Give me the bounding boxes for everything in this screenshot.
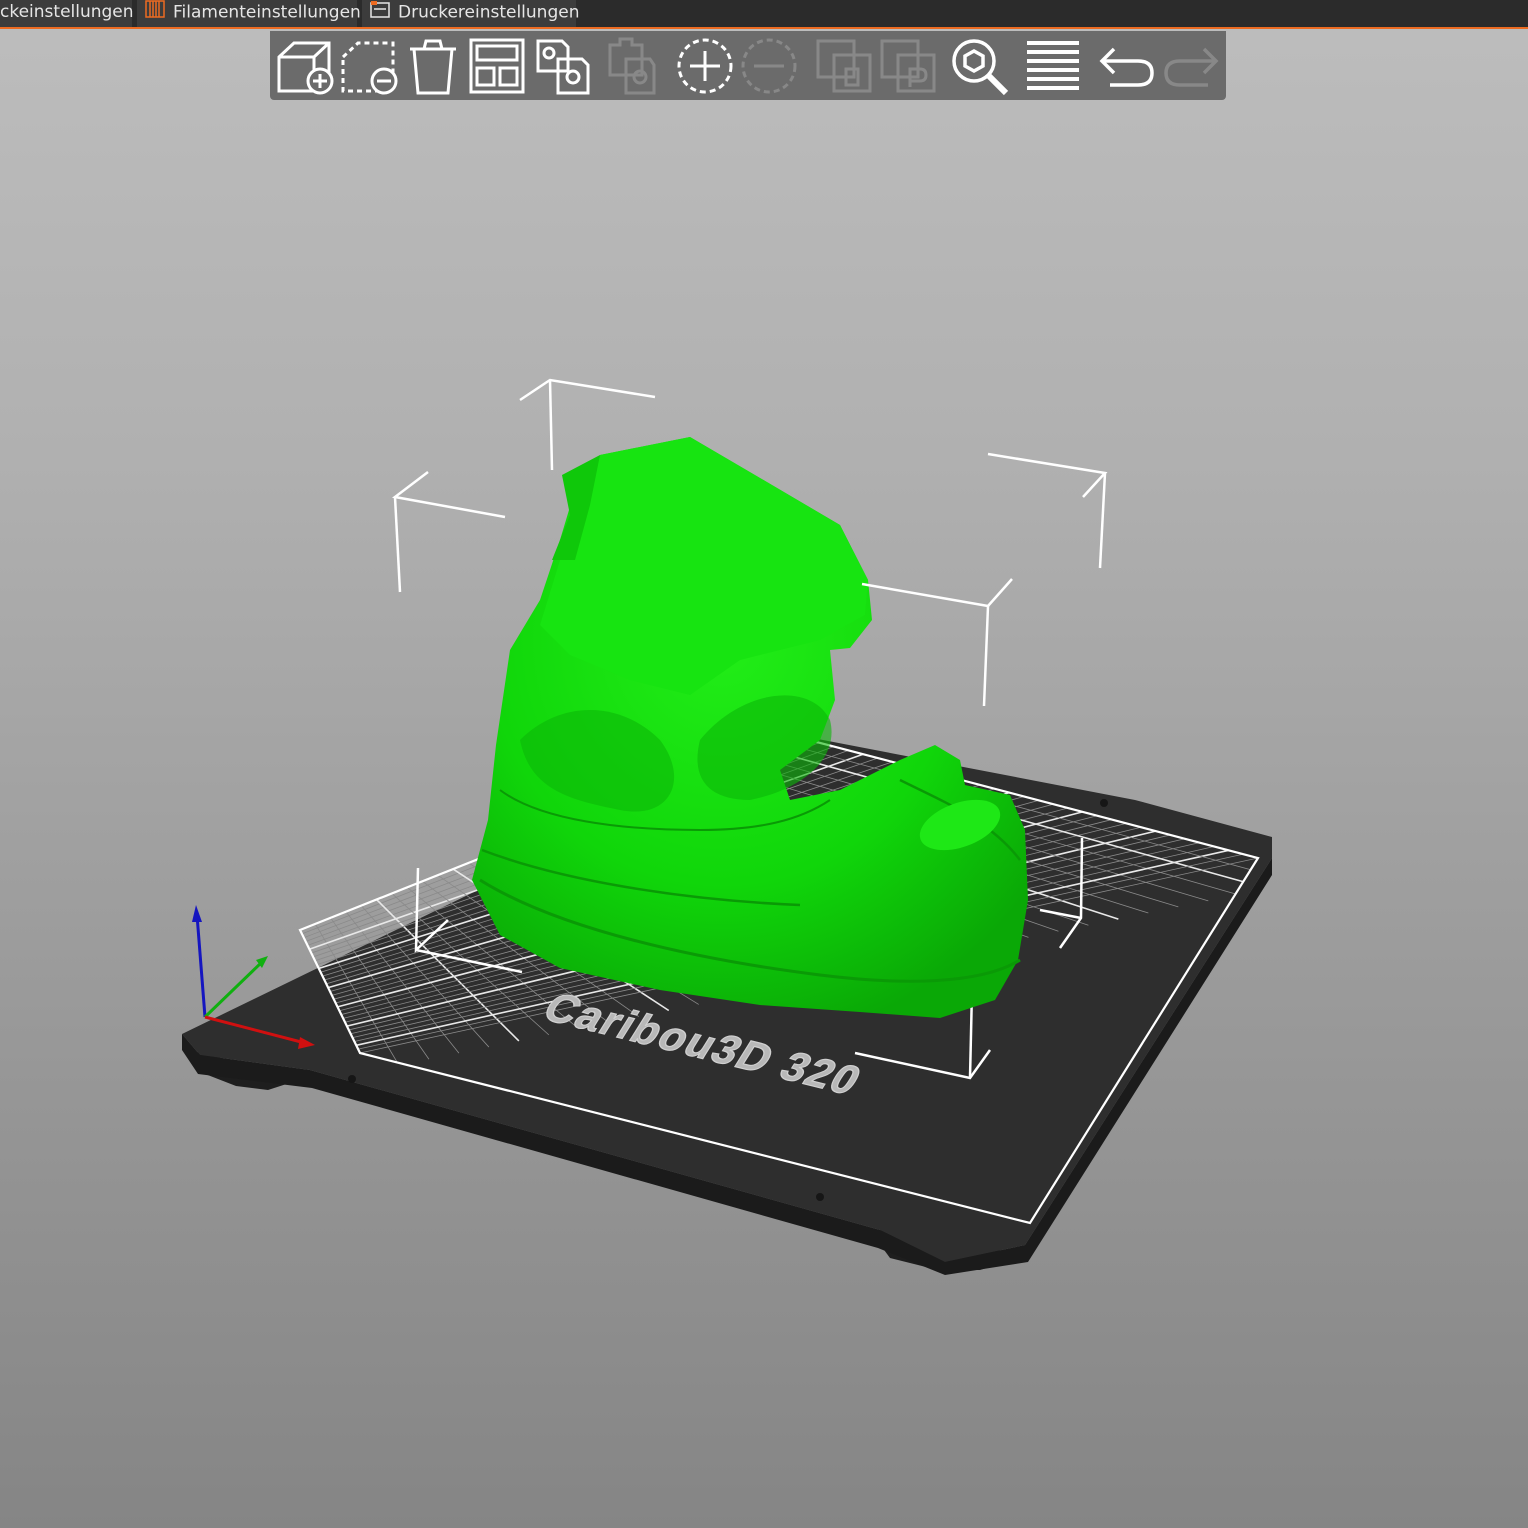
- arrange-icon: [469, 38, 525, 94]
- layers-editing-icon: [1027, 41, 1079, 90]
- add-object-button[interactable]: [274, 35, 336, 97]
- main-toolbar: [270, 31, 1226, 100]
- search-button[interactable]: [948, 35, 1010, 97]
- remove-instance-button[interactable]: [738, 35, 800, 97]
- redo-button[interactable]: [1160, 35, 1222, 97]
- add-instance-button[interactable]: [674, 35, 736, 97]
- remove-object-button[interactable]: [338, 35, 400, 97]
- add-instance-icon: [677, 38, 733, 94]
- search-icon: [952, 39, 1009, 96]
- layers-editing-button[interactable]: [1022, 35, 1084, 97]
- delete-all-button[interactable]: [402, 35, 464, 97]
- paste-icon: [608, 37, 656, 95]
- copy-icon: [536, 39, 590, 95]
- copy-button[interactable]: [532, 35, 594, 97]
- split-to-objects-button[interactable]: [814, 35, 876, 97]
- arrange-button[interactable]: [466, 35, 528, 97]
- 3d-model[interactable]: [472, 437, 1028, 1018]
- split-to-parts-icon: [880, 39, 936, 93]
- split-to-objects-icon: [816, 39, 872, 93]
- undo-icon: [1099, 47, 1154, 87]
- split-to-parts-button[interactable]: [878, 35, 940, 97]
- redo-icon: [1164, 47, 1219, 87]
- remove-instance-icon: [741, 38, 797, 94]
- paste-button[interactable]: [596, 35, 658, 97]
- remove-object-icon: [341, 41, 398, 95]
- add-object-icon: [277, 41, 334, 95]
- 3d-viewport[interactable]: Caribou3D 320: [0, 0, 1528, 1528]
- undo-button[interactable]: [1096, 35, 1158, 97]
- delete-all-icon: [410, 39, 456, 95]
